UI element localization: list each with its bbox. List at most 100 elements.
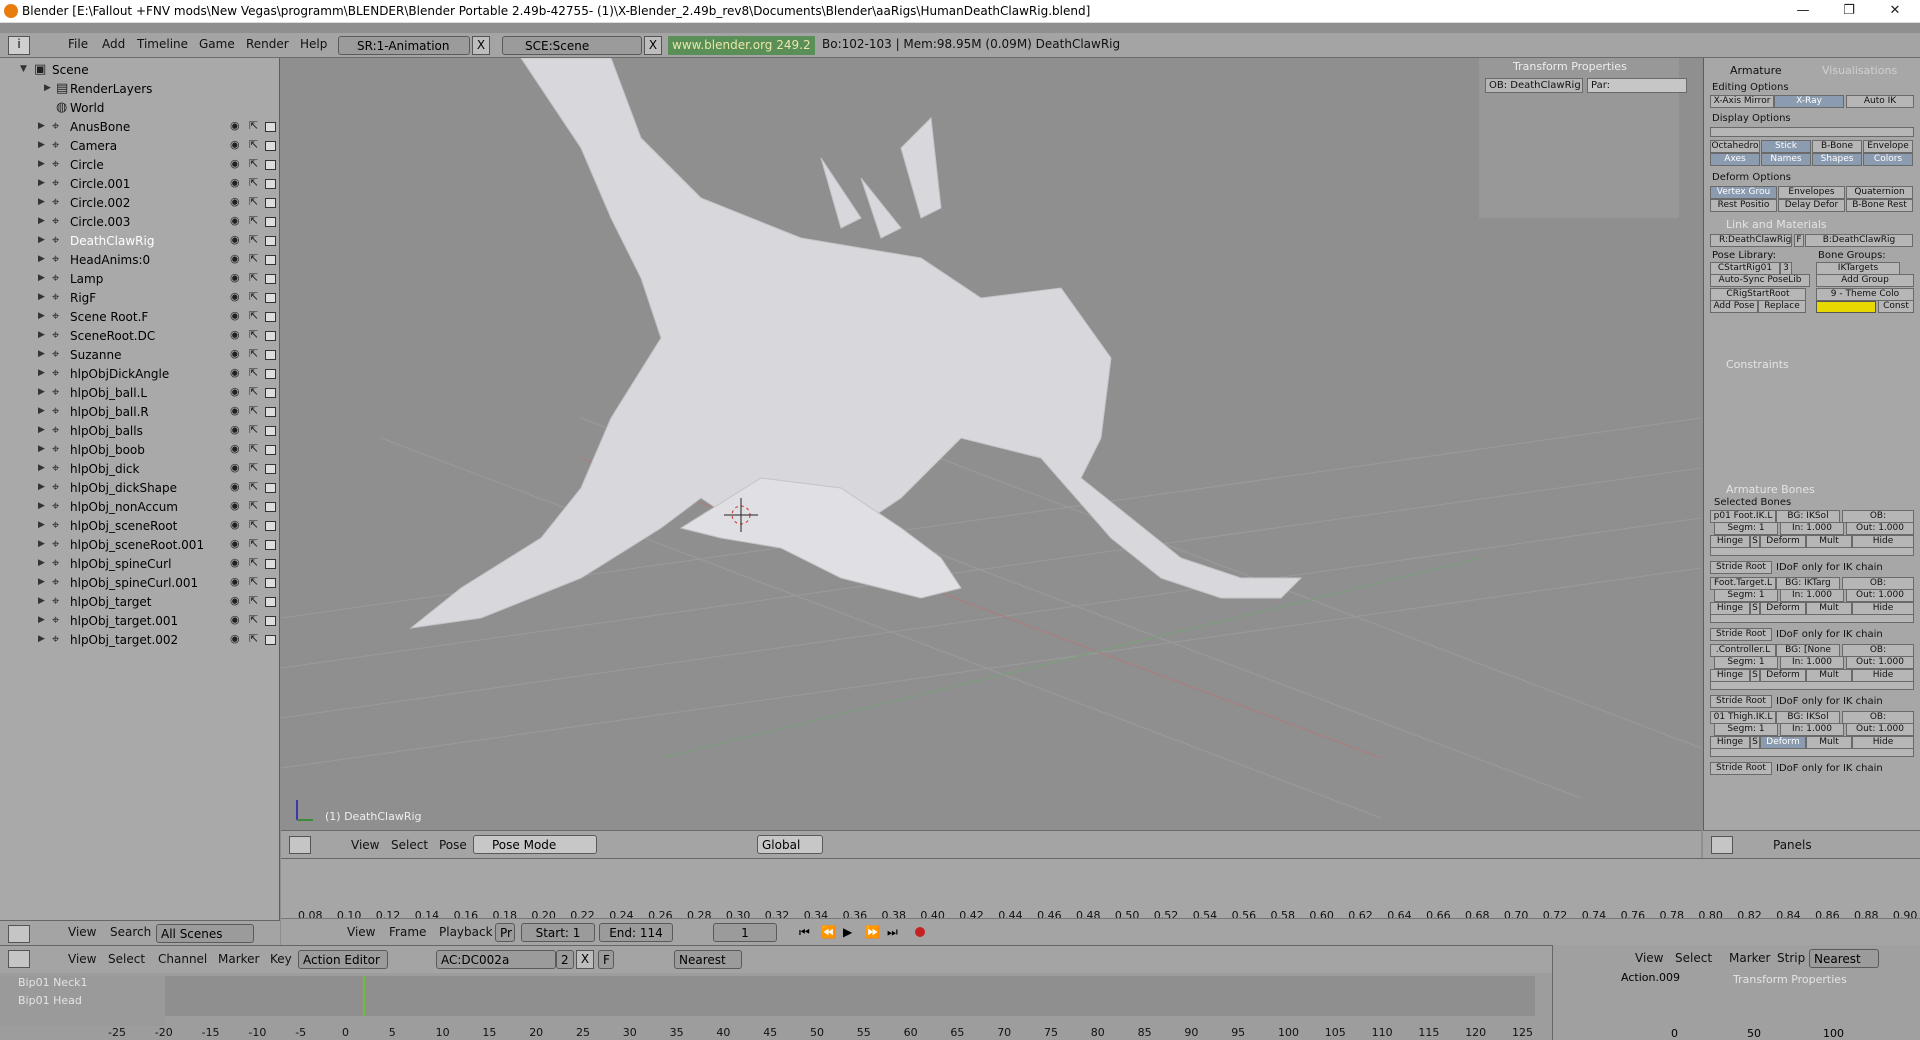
maximize-button[interactable]: ❐	[1826, 0, 1872, 23]
bone-stride-root-toggle[interactable]: Stride Root	[1710, 561, 1772, 574]
render-toggle-icon[interactable]	[265, 236, 276, 246]
prev-key-icon[interactable]: ⏪	[821, 925, 836, 939]
visibility-eye-icon[interactable]: ◉	[230, 404, 240, 417]
jump-start-icon[interactable]: ⏮	[799, 925, 810, 940]
bone-layers-row[interactable]	[1710, 614, 1914, 623]
expand-icon[interactable]: ▶	[38, 558, 45, 568]
render-toggle-icon[interactable]	[265, 255, 276, 265]
select-cursor-icon[interactable]: ⇱	[249, 252, 258, 265]
select-cursor-icon[interactable]: ⇱	[249, 214, 258, 227]
bone-out-field[interactable]: Out: 1.000	[1846, 522, 1914, 535]
select-cursor-icon[interactable]: ⇱	[249, 613, 258, 626]
add-pose-button[interactable]: Add Pose	[1710, 300, 1758, 313]
render-toggle-icon[interactable]	[265, 274, 276, 284]
render-toggle-icon[interactable]	[265, 635, 276, 645]
select-cursor-icon[interactable]: ⇱	[249, 461, 258, 474]
channel-row[interactable]: Bip01 Head	[18, 994, 82, 1007]
render-toggle-icon[interactable]	[265, 464, 276, 474]
current-frame-field[interactable]: 1	[713, 923, 777, 942]
outliner-world[interactable]: ◍ World	[0, 98, 280, 117]
render-toggle-icon[interactable]	[265, 312, 276, 322]
transform-ob-field[interactable]: OB: DeathClawRig	[1485, 78, 1583, 93]
visibility-eye-icon[interactable]: ◉	[230, 385, 240, 398]
bone-segments-field[interactable]: Segm: 1	[1714, 723, 1778, 736]
record-icon[interactable]	[915, 927, 925, 937]
outliner-object-row[interactable]: ▶ ⌖ hlpObj_balls ◉ ⇱	[0, 421, 280, 440]
bone-segments-field[interactable]: Segm: 1	[1714, 522, 1778, 535]
expand-icon[interactable]: ▶	[38, 178, 45, 188]
select-cursor-icon[interactable]: ⇱	[249, 423, 258, 436]
expand-icon[interactable]: ▶	[38, 140, 45, 150]
outliner-object-row[interactable]: ▶ ⌖ hlpObj_target ◉ ⇱	[0, 592, 280, 611]
visibility-eye-icon[interactable]: ◉	[230, 366, 240, 379]
menu-timeline[interactable]: Timeline	[137, 37, 188, 51]
select-cursor-icon[interactable]: ⇱	[249, 157, 258, 170]
expand-icon[interactable]: ▶	[38, 311, 45, 321]
outliner-object-row[interactable]: ▶ ⌖ Lamp ◉ ⇱	[0, 269, 280, 288]
expand-icon[interactable]: ▶	[38, 159, 45, 169]
outliner-object-row[interactable]: ▶ ⌖ hlpObjDickAngle ◉ ⇱	[0, 364, 280, 383]
select-cursor-icon[interactable]: ⇱	[249, 290, 258, 303]
def_btns-button[interactable]: Envelopes	[1778, 186, 1845, 199]
expand-icon[interactable]: ▶	[38, 216, 45, 226]
timeline-view-menu[interactable]: View	[347, 925, 375, 939]
nla-marker-menu[interactable]: Marker	[1729, 951, 1770, 965]
outliner-object-row[interactable]: ▶ ⌖ AnusBone ◉ ⇱	[0, 117, 280, 136]
render-toggle-icon[interactable]	[265, 521, 276, 531]
expand-icon[interactable]: ▶	[38, 615, 45, 625]
outliner-object-row[interactable]: ▶ ⌖ Circle.002 ◉ ⇱	[0, 193, 280, 212]
select-cursor-icon[interactable]: ⇱	[249, 385, 258, 398]
render-toggle-icon[interactable]	[265, 578, 276, 588]
render-toggle-icon[interactable]	[265, 198, 276, 208]
action-view-menu[interactable]: View	[68, 952, 96, 966]
viewport-select-menu[interactable]: Select	[391, 838, 428, 852]
outliner-scene[interactable]: ▼ ▣ Scene	[0, 60, 280, 79]
expand-icon[interactable]: ▶	[38, 273, 45, 283]
timeline-playback-menu[interactable]: Playback	[439, 925, 493, 939]
select-cursor-icon[interactable]: ⇱	[249, 309, 258, 322]
play-icon[interactable]: ▶	[843, 925, 852, 939]
bone-segments-field[interactable]: Segm: 1	[1714, 589, 1778, 602]
outliner-object-row[interactable]: ▶ ⌖ hlpObj_nonAccum ◉ ⇱	[0, 497, 280, 516]
expand-icon[interactable]: ▶	[38, 596, 45, 606]
outliner-object-row[interactable]: ▶ ⌖ Circle.003 ◉ ⇱	[0, 212, 280, 231]
viewport-pose-menu[interactable]: Pose	[439, 838, 467, 852]
select-cursor-icon[interactable]: ⇱	[249, 632, 258, 645]
render-toggle-icon[interactable]	[265, 445, 276, 455]
visibility-eye-icon[interactable]: ◉	[230, 176, 240, 189]
def_btns2-button[interactable]: B-Bone Rest	[1846, 199, 1913, 212]
visibility-eye-icon[interactable]: ◉	[230, 575, 240, 588]
select-cursor-icon[interactable]: ⇱	[249, 271, 258, 284]
visibility-eye-icon[interactable]: ◉	[230, 290, 240, 303]
visibility-eye-icon[interactable]: ◉	[230, 233, 240, 246]
render-toggle-icon[interactable]	[265, 141, 276, 151]
transform-par-field[interactable]: Par:	[1587, 78, 1687, 93]
select-cursor-icon[interactable]: ⇱	[249, 366, 258, 379]
select-cursor-icon[interactable]: ⇱	[249, 119, 258, 132]
render-toggle-icon[interactable]	[265, 426, 276, 436]
render-toggle-icon[interactable]	[265, 407, 276, 417]
outliner-object-row[interactable]: ▶ ⌖ Scene Root.F ◉ ⇱	[0, 307, 280, 326]
disp_btns-button[interactable]: Stick	[1761, 140, 1811, 153]
visibility-eye-icon[interactable]: ◉	[230, 499, 240, 512]
visibility-eye-icon[interactable]: ◉	[230, 347, 240, 360]
select-cursor-icon[interactable]: ⇱	[249, 347, 258, 360]
outliner-object-row[interactable]: ▶ ⌖ hlpObj_target.001 ◉ ⇱	[0, 611, 280, 630]
scene-delete-button[interactable]: X	[644, 36, 662, 55]
bone-stride-root-toggle[interactable]: Stride Root	[1710, 628, 1772, 641]
outliner-scenes-select[interactable]: All Scenes	[156, 924, 254, 943]
disp_btns2-button[interactable]: Colors	[1863, 153, 1913, 166]
render-toggle-icon[interactable]	[265, 160, 276, 170]
link-materials-header[interactable]: Link and Materials	[1726, 218, 1827, 231]
render-toggle-icon[interactable]	[265, 122, 276, 132]
viewport-view-menu[interactable]: View	[351, 838, 379, 852]
select-cursor-icon[interactable]: ⇱	[249, 404, 258, 417]
outliner-object-row[interactable]: ▶ ⌖ DeathClawRig ◉ ⇱	[0, 231, 280, 250]
outliner-object-row[interactable]: ▶ ⌖ Camera ◉ ⇱	[0, 136, 280, 155]
armature-b-field[interactable]: B:DeathClawRig	[1805, 234, 1913, 247]
outliner-object-row[interactable]: ▶ ⌖ hlpObj_boob ◉ ⇱	[0, 440, 280, 459]
xaxis-mirror-toggle[interactable]: X-Axis Mirror	[1710, 95, 1774, 108]
bone-layers-row[interactable]	[1710, 547, 1914, 556]
select-cursor-icon[interactable]: ⇱	[249, 480, 258, 493]
action-fake-user[interactable]: F	[598, 950, 614, 969]
